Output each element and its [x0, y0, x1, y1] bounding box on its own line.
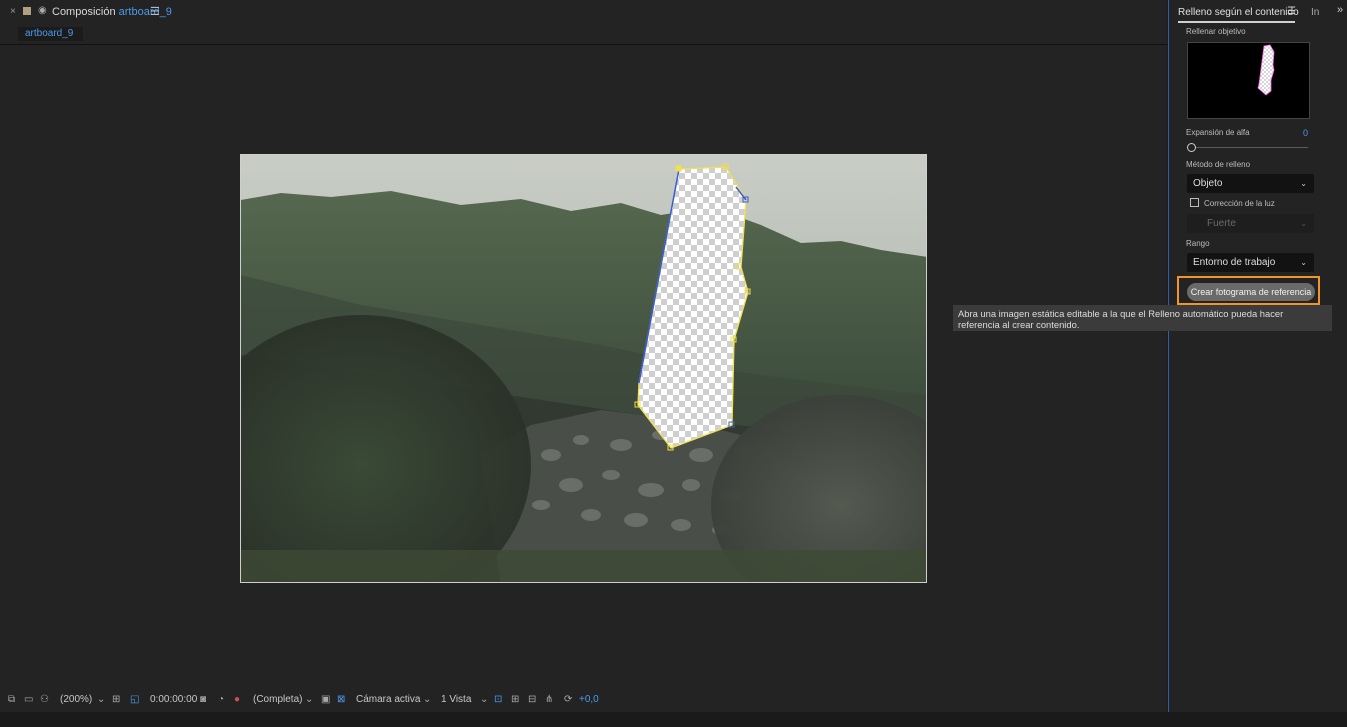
- views-dropdown[interactable]: 1 Vista: [441, 694, 471, 705]
- label-color-swatch[interactable]: [23, 7, 31, 15]
- expand-panels-icon[interactable]: »: [1337, 4, 1343, 16]
- light-correction-checkbox[interactable]: [1190, 198, 1199, 207]
- content-aware-fill-panel: Relleno según el contenido ☰ In » Rellen…: [1168, 0, 1347, 712]
- range-value: Entorno de trabajo: [1193, 257, 1276, 268]
- transparency-grid-icon[interactable]: ⊠: [337, 694, 345, 705]
- range-label: Rango: [1186, 239, 1210, 248]
- close-icon[interactable]: ×: [10, 6, 16, 17]
- fast-previews-icon[interactable]: ▣: [321, 694, 330, 705]
- resolution-chevron-icon[interactable]: ⌄: [305, 694, 313, 705]
- target-fill-label: Rellenar objetivo: [1186, 27, 1246, 36]
- chevron-down-icon: ⌄: [1300, 219, 1307, 228]
- timecode[interactable]: 0:00:00:00: [150, 694, 197, 705]
- alpha-expansion-slider[interactable]: [1190, 147, 1308, 148]
- color-channels-icon[interactable]: ●: [234, 694, 240, 705]
- show-snapshot-icon[interactable]: ◔: [218, 694, 224, 705]
- chevron-down-icon: ⌄: [1300, 258, 1307, 267]
- composition-header: × ◉ Composición artboard_9 ☰: [0, 0, 1167, 24]
- zoom-dropdown[interactable]: (200%): [60, 694, 92, 705]
- active-tab-underline: [1178, 21, 1295, 23]
- alpha-expansion-value[interactable]: 0: [1303, 128, 1308, 138]
- light-correction-label[interactable]: Corrección de la luz: [1204, 199, 1275, 208]
- range-dropdown[interactable]: Entorno de trabajo ⌄: [1187, 253, 1314, 272]
- toggle-pixel-aspect-icon[interactable]: ⊡: [494, 694, 502, 705]
- monitor-icon[interactable]: ▭: [24, 694, 33, 705]
- flowchart-icon[interactable]: ⋔: [545, 694, 553, 705]
- resolution-dropdown[interactable]: (Completa): [253, 694, 302, 705]
- light-strength-dropdown: Fuerte ⌄: [1187, 214, 1314, 233]
- viewer-toolbar: ⧉ ▭ ⚇ (200%) ⌄ ⊞ ◱ 0:00:00:00 ◙ ◔ ● (Com…: [0, 690, 1167, 712]
- camera-snapshot-icon[interactable]: ◙: [200, 694, 206, 705]
- grid-icon[interactable]: ⊞: [112, 694, 120, 705]
- divider: [0, 44, 1167, 45]
- create-reference-frame-button[interactable]: Crear fotograma de referencia: [1187, 283, 1315, 301]
- reset-exposure-icon[interactable]: ⟳: [564, 694, 572, 705]
- tooltip: Abra una imagen estática editable a la q…: [953, 305, 1332, 331]
- alpha-expansion-label: Expansión de alfa: [1186, 128, 1250, 137]
- fill-method-value: Objeto: [1193, 178, 1223, 189]
- chevron-down-icon: ⌄: [1300, 179, 1307, 188]
- camera-chevron-icon[interactable]: ⌄: [423, 694, 431, 705]
- panel-title[interactable]: Relleno según el contenido: [1178, 7, 1299, 18]
- composition-frame[interactable]: [240, 154, 927, 583]
- mask-visibility-icon[interactable]: ⚇: [40, 694, 49, 705]
- panel-menu-icon[interactable]: ☰: [1287, 6, 1296, 17]
- camera-dropdown[interactable]: Cámara activa: [356, 694, 420, 705]
- fill-method-dropdown[interactable]: Objeto ⌄: [1187, 174, 1314, 193]
- fill-method-label: Método de relleno: [1186, 160, 1251, 169]
- lock-icon[interactable]: ◉: [38, 5, 47, 16]
- alpha-expansion-slider-knob[interactable]: [1187, 143, 1196, 152]
- footer-strip: [0, 712, 1347, 727]
- views-chevron-icon[interactable]: ⌄: [480, 694, 488, 705]
- composition-tab[interactable]: artboard_9: [18, 27, 83, 41]
- region-of-interest-icon[interactable]: ◱: [130, 694, 139, 705]
- tab-info[interactable]: In: [1311, 7, 1319, 18]
- timeline-icon[interactable]: ⊟: [528, 694, 536, 705]
- scene-image: [241, 155, 926, 582]
- composition-menu-icon[interactable]: ☰: [150, 5, 160, 18]
- exposure-value[interactable]: +0,0: [579, 694, 599, 705]
- light-strength-value: Fuerte: [1207, 218, 1236, 229]
- composition-title-prefix: Composición: [52, 6, 116, 18]
- 3d-view-icon[interactable]: ⊞: [511, 694, 519, 705]
- composition-panel: × ◉ Composición artboard_9 ☰ artboard_9: [0, 0, 1167, 727]
- composition-name[interactable]: artboard_9: [119, 6, 172, 18]
- zoom-chevron-icon[interactable]: ⌄: [97, 694, 105, 705]
- always-preview-icon[interactable]: ⧉: [8, 694, 15, 705]
- target-fill-preview: [1187, 42, 1310, 119]
